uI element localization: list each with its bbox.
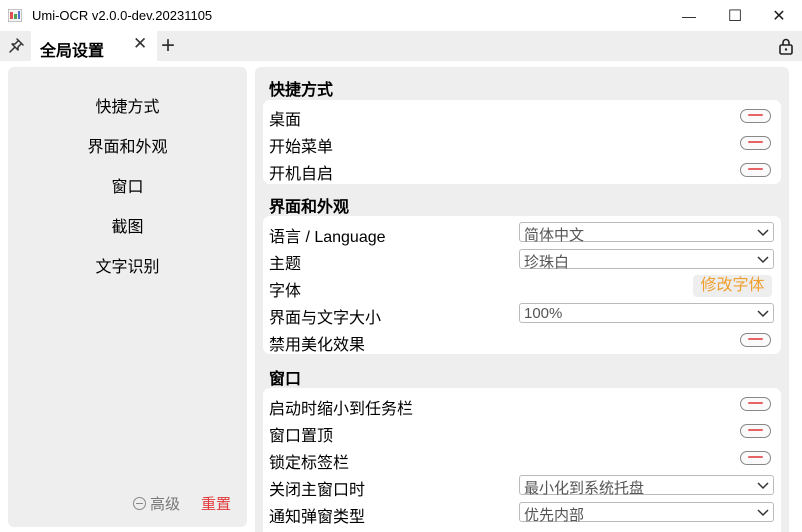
change-font-button[interactable]: 修改字体 — [693, 275, 772, 297]
advanced-label: 高级 — [150, 496, 181, 513]
pin-icon[interactable] — [6, 36, 26, 56]
disable-effects-toggle[interactable] — [740, 333, 771, 347]
setting-label: 关闭主窗口时 — [269, 482, 366, 499]
minimize-on-start-toggle[interactable] — [740, 397, 771, 411]
chevron-down-icon — [757, 482, 769, 490]
sidebar-item-appearance[interactable]: 界面和外观 — [8, 133, 247, 157]
desktop-shortcut-toggle[interactable] — [740, 109, 771, 123]
settings-panel: 快捷方式 桌面 开始菜单 开机自启 界面和外观 语言 / Language 简体… — [255, 67, 789, 532]
window-title: Umi-OCR v2.0.0-dev.20231105 — [32, 8, 213, 23]
setting-label: 桌面 — [269, 112, 302, 129]
toggle-off-mark — [748, 114, 763, 117]
setting-label: 窗口置顶 — [269, 428, 334, 445]
toggle-off-mark — [748, 168, 763, 171]
tab-close-icon[interactable]: ✕ — [133, 34, 147, 54]
lock-tabbar-toggle[interactable] — [740, 451, 771, 465]
setting-label: 开始菜单 — [269, 139, 334, 156]
start-menu-shortcut-toggle[interactable] — [740, 136, 771, 150]
setting-label: 通知弹窗类型 — [269, 509, 366, 526]
minimize-button[interactable]: — — [666, 0, 712, 31]
select-value: 100% — [524, 305, 563, 322]
window-topmost-toggle[interactable] — [740, 424, 771, 438]
tab-global-settings[interactable]: 全局设置 ✕ — [31, 31, 157, 61]
tab-label: 全局设置 — [40, 43, 105, 60]
close-button[interactable]: ✕ — [756, 0, 802, 31]
select-value: 珍珠白 — [524, 254, 570, 271]
minimize-icon: — — [682, 7, 696, 24]
theme-select[interactable]: 珍珠白 — [519, 249, 774, 271]
select-value: 优先内部 — [524, 507, 585, 524]
lock-icon[interactable] — [776, 36, 796, 56]
select-value: 最小化到系统托盘 — [524, 480, 645, 497]
sidebar-item-screenshot[interactable]: 截图 — [8, 213, 247, 237]
section-title-appearance: 界面和外观 — [269, 199, 350, 216]
section-card-window: 启动时缩小到任务栏 窗口置顶 锁定标签栏 关闭主窗口时 最小化到系统托盘 通知弹… — [263, 388, 781, 532]
toggle-off-mark — [748, 456, 763, 459]
app-icon — [8, 9, 22, 22]
setting-label: 启动时缩小到任务栏 — [269, 401, 414, 418]
setting-label: 禁用美化效果 — [269, 337, 366, 354]
chevron-down-icon — [757, 509, 769, 517]
maximize-icon: ☐ — [727, 7, 743, 25]
toggle-off-mark — [748, 338, 763, 341]
toggle-off-mark — [748, 429, 763, 432]
setting-label: 锁定标签栏 — [269, 455, 350, 472]
close-icon: ✕ — [772, 7, 786, 25]
language-select[interactable]: 简体中文 — [519, 222, 774, 244]
sidebar-item-shortcuts[interactable]: 快捷方式 — [8, 93, 247, 117]
section-card-appearance: 语言 / Language 简体中文 主题 珍珠白 字体 修改字体 界面与文字大… — [263, 216, 781, 354]
title-bar: Umi-OCR v2.0.0-dev.20231105 — ☐ ✕ — [0, 0, 802, 31]
sidebar-item-window[interactable]: 窗口 — [8, 173, 247, 197]
sidebar-item-ocr[interactable]: 文字识别 — [8, 253, 247, 277]
setting-label: 界面与文字大小 — [269, 310, 382, 327]
setting-label: 语言 / Language — [269, 229, 386, 246]
setting-label: 字体 — [269, 283, 302, 300]
notify-type-select[interactable]: 优先内部 — [519, 502, 774, 524]
setting-label: 主题 — [269, 256, 302, 273]
reset-button[interactable]: 重置 — [201, 493, 231, 514]
chevron-down-icon — [757, 229, 769, 237]
toggle-off-mark — [748, 402, 763, 405]
chevron-down-icon — [757, 310, 769, 318]
minus-circle-icon — [133, 497, 146, 510]
toggle-off-mark — [748, 141, 763, 144]
section-title-shortcuts: 快捷方式 — [269, 82, 334, 99]
add-tab-icon[interactable]: + — [161, 31, 175, 61]
advanced-toggle[interactable]: 高级 — [133, 493, 180, 514]
section-title-window: 窗口 — [269, 371, 302, 388]
autostart-toggle[interactable] — [740, 163, 771, 177]
select-value: 简体中文 — [524, 227, 585, 244]
section-card-shortcuts: 桌面 开始菜单 开机自启 — [263, 100, 781, 184]
tab-bar: 全局设置 ✕ + — [0, 31, 802, 61]
scale-select[interactable]: 100% — [519, 303, 774, 323]
maximize-button[interactable]: ☐ — [712, 0, 758, 31]
close-action-select[interactable]: 最小化到系统托盘 — [519, 475, 774, 497]
setting-label: 开机自启 — [269, 166, 334, 183]
chevron-down-icon — [757, 256, 769, 264]
settings-sidebar: 快捷方式 界面和外观 窗口 截图 文字识别 — [8, 67, 247, 527]
